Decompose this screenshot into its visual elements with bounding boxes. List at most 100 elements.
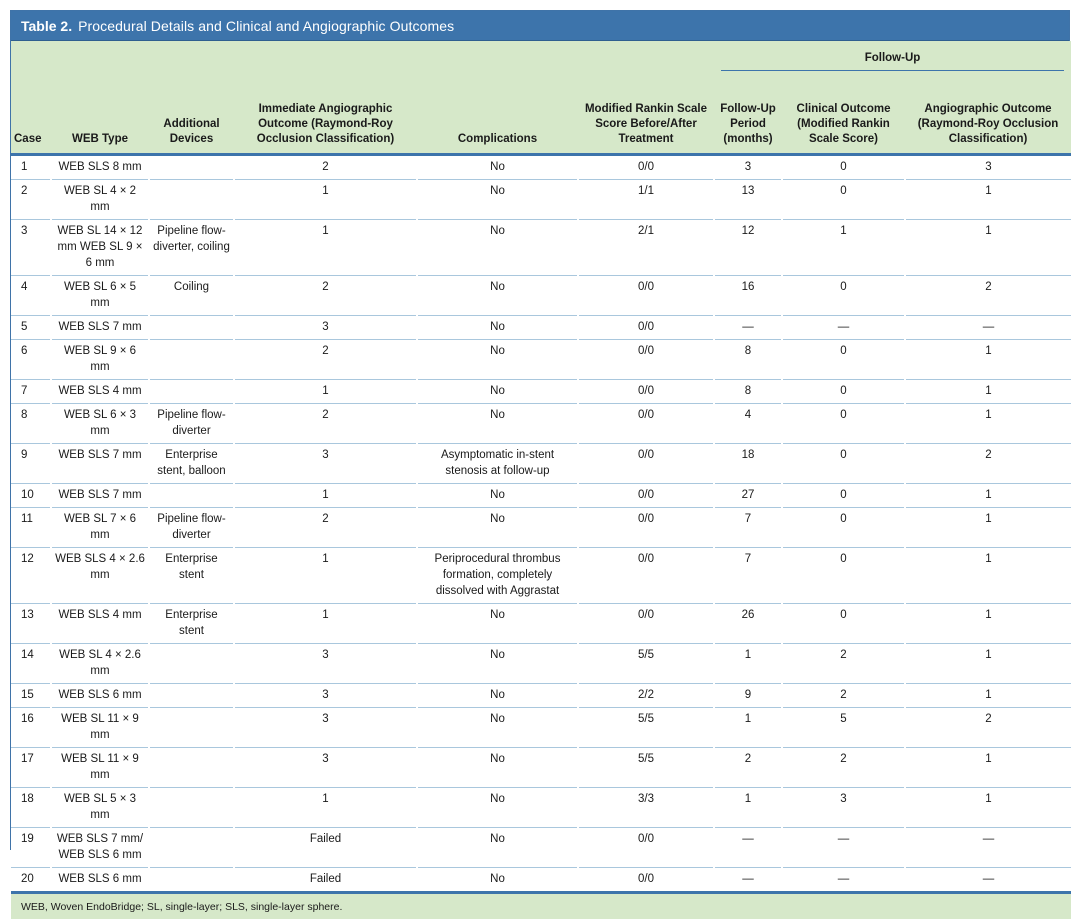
cell-clinical-outcome: — <box>782 868 905 893</box>
table-row: 3WEB SL 14 × 12 mm WEB SL 9 × 6 mmPipeli… <box>11 220 1071 276</box>
cell-follow-up-period: 2 <box>714 748 782 788</box>
cell-mrs: 0/0 <box>578 276 714 316</box>
cell-additional-devices <box>149 340 234 380</box>
cell-mrs: 2/2 <box>578 684 714 708</box>
cell-complications: No <box>417 380 578 404</box>
table-row: 8WEB SL 6 × 3 mmPipeline flow-diverter2N… <box>11 404 1071 444</box>
cell-web-type: WEB SL 11 × 9 mm <box>51 708 149 748</box>
col-header-web-type: WEB Type <box>51 73 149 155</box>
cell-immediate-outcome: 1 <box>234 788 417 828</box>
cell-follow-up-period: 13 <box>714 180 782 220</box>
cell-mrs: 5/5 <box>578 748 714 788</box>
table-row: 6WEB SL 9 × 6 mm2No0/0801 <box>11 340 1071 380</box>
cell-clinical-outcome: 3 <box>782 788 905 828</box>
cell-case: 19 <box>11 828 51 868</box>
cell-angiographic-outcome: 1 <box>905 604 1071 644</box>
cell-clinical-outcome: 0 <box>782 508 905 548</box>
cell-angiographic-outcome: 1 <box>905 484 1071 508</box>
cell-mrs: 0/0 <box>578 868 714 893</box>
cell-complications: No <box>417 404 578 444</box>
cell-angiographic-outcome: 1 <box>905 340 1071 380</box>
cell-web-type: WEB SLS 4 mm <box>51 604 149 644</box>
cell-web-type: WEB SL 11 × 9 mm <box>51 748 149 788</box>
cell-complications: No <box>417 316 578 340</box>
cell-mrs: 0/0 <box>578 548 714 604</box>
table-row: 19WEB SLS 7 mm/ WEB SLS 6 mmFailedNo0/0—… <box>11 828 1071 868</box>
col-header-follow-up-period: Follow-Up Period (months) <box>714 73 782 155</box>
table-row: 15WEB SLS 6 mm3No2/2921 <box>11 684 1071 708</box>
cell-immediate-outcome: Failed <box>234 868 417 893</box>
cell-clinical-outcome: 1 <box>782 220 905 276</box>
cell-complications: No <box>417 604 578 644</box>
cell-mrs: 2/1 <box>578 220 714 276</box>
cell-follow-up-period: 4 <box>714 404 782 444</box>
table-title-text: Procedural Details and Clinical and Angi… <box>78 18 454 34</box>
cell-web-type: WEB SLS 6 mm <box>51 684 149 708</box>
table-footnote: WEB, Woven EndoBridge; SL, single-layer;… <box>11 893 1071 919</box>
cell-complications: No <box>417 748 578 788</box>
cell-follow-up-period: 1 <box>714 788 782 828</box>
cell-web-type: WEB SL 5 × 3 mm <box>51 788 149 828</box>
cell-web-type: WEB SLS 8 mm <box>51 155 149 180</box>
cell-additional-devices <box>149 484 234 508</box>
cell-clinical-outcome: 0 <box>782 548 905 604</box>
cell-follow-up-period: — <box>714 316 782 340</box>
cell-case: 7 <box>11 380 51 404</box>
cell-case: 12 <box>11 548 51 604</box>
cell-complications: No <box>417 484 578 508</box>
follow-up-label: Follow-Up <box>721 51 1064 71</box>
cell-angiographic-outcome: 1 <box>905 548 1071 604</box>
table-title: Table 2. Procedural Details and Clinical… <box>11 11 1069 41</box>
cell-web-type: WEB SLS 7 mm/ WEB SLS 6 mm <box>51 828 149 868</box>
cell-complications: No <box>417 220 578 276</box>
cell-additional-devices <box>149 380 234 404</box>
cell-clinical-outcome: 2 <box>782 644 905 684</box>
cell-additional-devices <box>149 155 234 180</box>
cell-complications: No <box>417 340 578 380</box>
cell-web-type: WEB SL 14 × 12 mm WEB SL 9 × 6 mm <box>51 220 149 276</box>
cell-follow-up-period: — <box>714 828 782 868</box>
cell-angiographic-outcome: 1 <box>905 220 1071 276</box>
cell-additional-devices <box>149 828 234 868</box>
cell-mrs: 0/0 <box>578 380 714 404</box>
cell-immediate-outcome: 3 <box>234 708 417 748</box>
cell-immediate-outcome: 3 <box>234 644 417 684</box>
cell-angiographic-outcome: 1 <box>905 684 1071 708</box>
col-header-mrs: Modified Rankin Scale Score Before/After… <box>578 73 714 155</box>
cell-complications: No <box>417 828 578 868</box>
cell-immediate-outcome: 1 <box>234 180 417 220</box>
table-row: 7WEB SLS 4 mm1No0/0801 <box>11 380 1071 404</box>
cell-additional-devices <box>149 180 234 220</box>
cell-additional-devices <box>149 868 234 893</box>
cell-immediate-outcome: 1 <box>234 484 417 508</box>
cell-additional-devices <box>149 644 234 684</box>
cell-additional-devices <box>149 788 234 828</box>
cell-case: 10 <box>11 484 51 508</box>
col-header-angiographic-outcome: Angiographic Outcome (Raymond-Roy Occlus… <box>905 73 1071 155</box>
cell-web-type: WEB SLS 6 mm <box>51 868 149 893</box>
cell-case: 18 <box>11 788 51 828</box>
cell-follow-up-period: 12 <box>714 220 782 276</box>
table-header: Follow-Up Case WEB Type Additional Devic… <box>11 41 1071 155</box>
cell-additional-devices: Pipeline flow-diverter <box>149 404 234 444</box>
cell-web-type: WEB SLS 7 mm <box>51 444 149 484</box>
cell-immediate-outcome: 1 <box>234 220 417 276</box>
cell-mrs: 5/5 <box>578 644 714 684</box>
header-group-row: Follow-Up <box>11 41 1071 73</box>
table-row: 5WEB SLS 7 mm3No0/0——— <box>11 316 1071 340</box>
cell-clinical-outcome: 0 <box>782 604 905 644</box>
table-row: 2WEB SL 4 × 2 mm1No1/11301 <box>11 180 1071 220</box>
cell-complications: Periprocedural thrombus formation, compl… <box>417 548 578 604</box>
cell-immediate-outcome: 3 <box>234 316 417 340</box>
cell-complications: No <box>417 708 578 748</box>
cell-case: 20 <box>11 868 51 893</box>
cell-web-type: WEB SLS 4 mm <box>51 380 149 404</box>
table-row: 1WEB SLS 8 mm2No0/0303 <box>11 155 1071 180</box>
cell-clinical-outcome: 0 <box>782 484 905 508</box>
cell-case: 14 <box>11 644 51 684</box>
cell-mrs: 0/0 <box>578 508 714 548</box>
table-row: 17WEB SL 11 × 9 mm3No5/5221 <box>11 748 1071 788</box>
col-header-immediate-outcome: Immediate Angiographic Outcome (Raymond-… <box>234 73 417 155</box>
cell-additional-devices <box>149 316 234 340</box>
table-row: 16WEB SL 11 × 9 mm3No5/5152 <box>11 708 1071 748</box>
